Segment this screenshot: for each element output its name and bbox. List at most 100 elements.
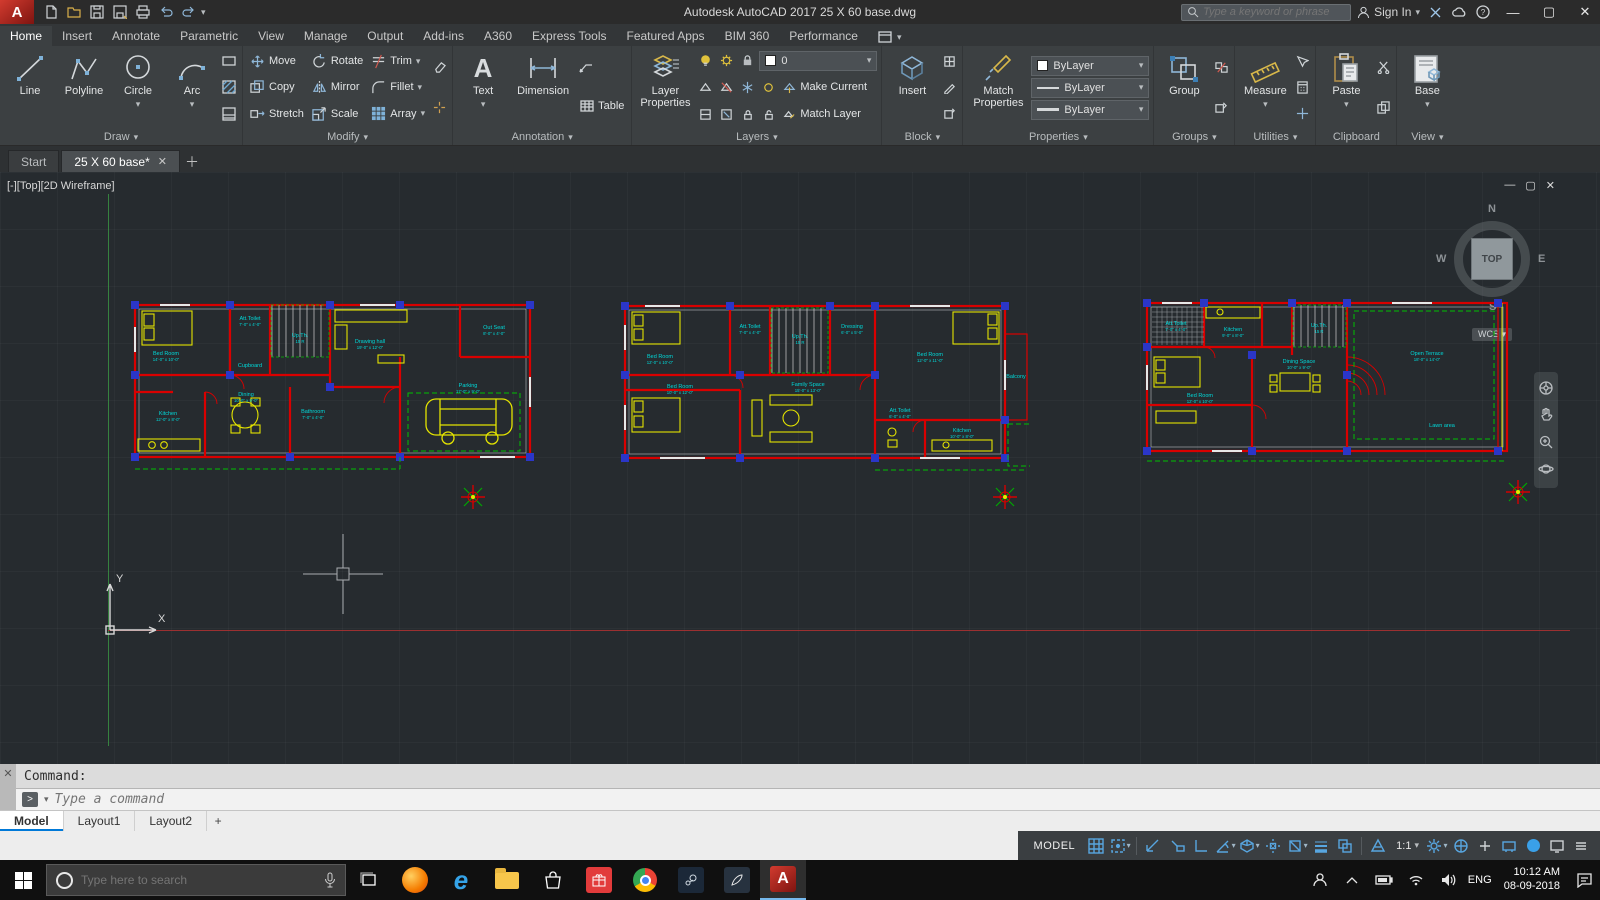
paste-button[interactable]: Paste▾ — [1320, 48, 1372, 127]
start-button[interactable] — [0, 860, 46, 900]
line-button[interactable]: Line — [4, 48, 56, 127]
viewcube-east[interactable]: E — [1538, 253, 1545, 265]
isometric-drafting-icon[interactable]: ▾ — [1238, 835, 1260, 857]
trim-button[interactable]: Trim▾ — [368, 49, 428, 74]
tab-annotate[interactable]: Annotate — [102, 26, 170, 46]
layer-properties-button[interactable]: Layer Properties — [636, 48, 694, 127]
people-icon[interactable] — [1304, 872, 1336, 888]
match-layer-button[interactable]: Match Layer — [780, 102, 864, 127]
arc-button[interactable]: Arc▾ — [166, 48, 218, 127]
ribbon-display-icon[interactable] — [876, 28, 894, 46]
file-tab-drawing[interactable]: 25 X 60 base*✕ — [61, 150, 180, 172]
tab-layout1[interactable]: Layout1 — [64, 811, 136, 831]
autocad-taskbar-icon[interactable]: A — [760, 860, 806, 900]
help-icon[interactable]: ? — [1474, 3, 1492, 21]
clipboard-panel-label[interactable]: Clipboard — [1316, 129, 1396, 145]
utilities-panel-label[interactable]: Utilities▾ — [1235, 129, 1315, 145]
erase-tool-icon[interactable] — [430, 59, 448, 77]
tab-bim360[interactable]: BIM 360 — [715, 26, 780, 46]
clean-screen-icon[interactable] — [1546, 835, 1568, 857]
layer-walk-icon[interactable] — [696, 105, 714, 123]
layer-off-tool-icon[interactable] — [759, 78, 777, 96]
tab-addins[interactable]: Add-ins — [413, 26, 474, 46]
leader-tool-icon[interactable] — [577, 57, 595, 75]
quick-select-icon[interactable] — [1293, 52, 1311, 70]
battery-icon[interactable] — [1368, 875, 1400, 885]
viewcube-north[interactable]: N — [1488, 203, 1496, 215]
status-bar-menu-icon[interactable] — [1570, 835, 1592, 857]
command-options-icon[interactable]: ▾ — [44, 795, 49, 804]
dynamic-input-icon[interactable] — [1166, 835, 1188, 857]
command-history[interactable]: Command: — [16, 764, 1600, 788]
annotation-visibility-icon[interactable] — [1367, 835, 1389, 857]
network-icon[interactable] — [1400, 874, 1432, 886]
survey-marker[interactable] — [1505, 479, 1531, 505]
drawing-area[interactable]: [-][Top][2D Wireframe] — ▢ ✕ N W E S TOP… — [0, 172, 1600, 764]
workspace-switching-icon[interactable]: ▾ — [1426, 835, 1448, 857]
layer-vp-freeze-icon[interactable] — [717, 105, 735, 123]
annotation-panel-label[interactable]: Annotation▾ — [453, 129, 631, 145]
create-block-icon[interactable] — [940, 52, 958, 70]
lineweight-icon[interactable] — [1310, 835, 1332, 857]
command-input[interactable] — [55, 792, 1600, 807]
firefox-icon[interactable] — [392, 860, 438, 900]
annotation-monitor-icon[interactable] — [1450, 835, 1472, 857]
lineweight-dropdown[interactable]: ByLayer▾ — [1031, 100, 1149, 120]
text-button[interactable]: A Text▾ — [457, 48, 509, 127]
taskbar-app-icon-9[interactable] — [714, 860, 760, 900]
object-color-dropdown[interactable]: ByLayer▾ — [1031, 56, 1149, 76]
floor-plan-1[interactable]: Bed Room 14'-0" x 10'-0" Att.Toilet 7'-0… — [130, 297, 535, 482]
red-app-icon[interactable] — [576, 860, 622, 900]
task-view-button[interactable] — [346, 860, 392, 900]
save-icon[interactable] — [86, 2, 108, 22]
survey-marker[interactable] — [460, 484, 486, 510]
copy-button[interactable]: Copy — [247, 75, 307, 100]
layer-lock-icon[interactable] — [738, 52, 756, 70]
layer-unlock-tool-icon[interactable] — [759, 105, 777, 123]
polyline-button[interactable]: Polyline — [58, 48, 110, 127]
infer-constraints-icon[interactable] — [1142, 835, 1164, 857]
group-edit-icon[interactable] — [1212, 98, 1230, 116]
layer-lock-tool-icon[interactable] — [738, 105, 756, 123]
plot-icon[interactable] — [132, 2, 154, 22]
array-button[interactable]: Array▾ — [368, 101, 428, 126]
ortho-mode-icon[interactable] — [1190, 835, 1212, 857]
tab-output[interactable]: Output — [357, 26, 413, 46]
pan-icon[interactable] — [1538, 407, 1554, 426]
tab-home[interactable]: Home — [0, 26, 52, 46]
language-indicator[interactable]: ENG — [1464, 874, 1496, 886]
dimension-button[interactable]: Dimension — [511, 48, 575, 127]
taskbar-search-input[interactable] — [81, 873, 316, 887]
close-button[interactable]: ✕ — [1570, 0, 1600, 24]
taskbar-search-box[interactable] — [46, 864, 346, 896]
help-search-input[interactable] — [1203, 6, 1333, 18]
insert-button[interactable]: Insert — [886, 48, 938, 127]
tab-manage[interactable]: Manage — [294, 26, 357, 46]
orbit-icon[interactable] — [1538, 461, 1554, 480]
edit-attribute-icon[interactable] — [940, 78, 958, 96]
viewcube-west[interactable]: W — [1436, 253, 1446, 265]
table-button[interactable]: Table — [577, 93, 627, 118]
layer-freeze-icon[interactable] — [717, 52, 735, 70]
draw-panel-label[interactable]: Draw▾ — [0, 129, 242, 145]
vp-close-icon[interactable]: ✕ — [1546, 179, 1555, 192]
move-button[interactable]: Move — [247, 49, 307, 74]
object-snap-icon[interactable]: ▾ — [1286, 835, 1308, 857]
command-close-icon[interactable]: ✕ — [3, 767, 12, 810]
maximize-button[interactable]: ▢ — [1534, 0, 1564, 24]
object-snap-tracking-icon[interactable] — [1262, 835, 1284, 857]
sign-in-control[interactable]: Sign In ▾ — [1357, 5, 1420, 19]
block-panel-label[interactable]: Block▾ — [882, 129, 962, 145]
vp-minimize-icon[interactable]: — — [1504, 179, 1515, 192]
mirror-button[interactable]: Mirror — [309, 75, 366, 100]
qat-dropdown-icon[interactable]: ▾ — [201, 8, 206, 17]
layer-unisolate-icon[interactable] — [717, 78, 735, 96]
polar-tracking-icon[interactable]: ▾ — [1214, 835, 1236, 857]
new-tab-icon[interactable]: ＋ — [182, 152, 202, 172]
redo-icon[interactable] — [178, 2, 200, 22]
viewport-controls[interactable]: [-][Top][2D Wireframe] — [7, 180, 115, 192]
graphics-performance-icon[interactable] — [1522, 835, 1544, 857]
ucs-icon[interactable]: Y X — [100, 570, 170, 640]
id-point-icon[interactable] — [1293, 105, 1311, 123]
ungroup-icon[interactable] — [1212, 59, 1230, 77]
